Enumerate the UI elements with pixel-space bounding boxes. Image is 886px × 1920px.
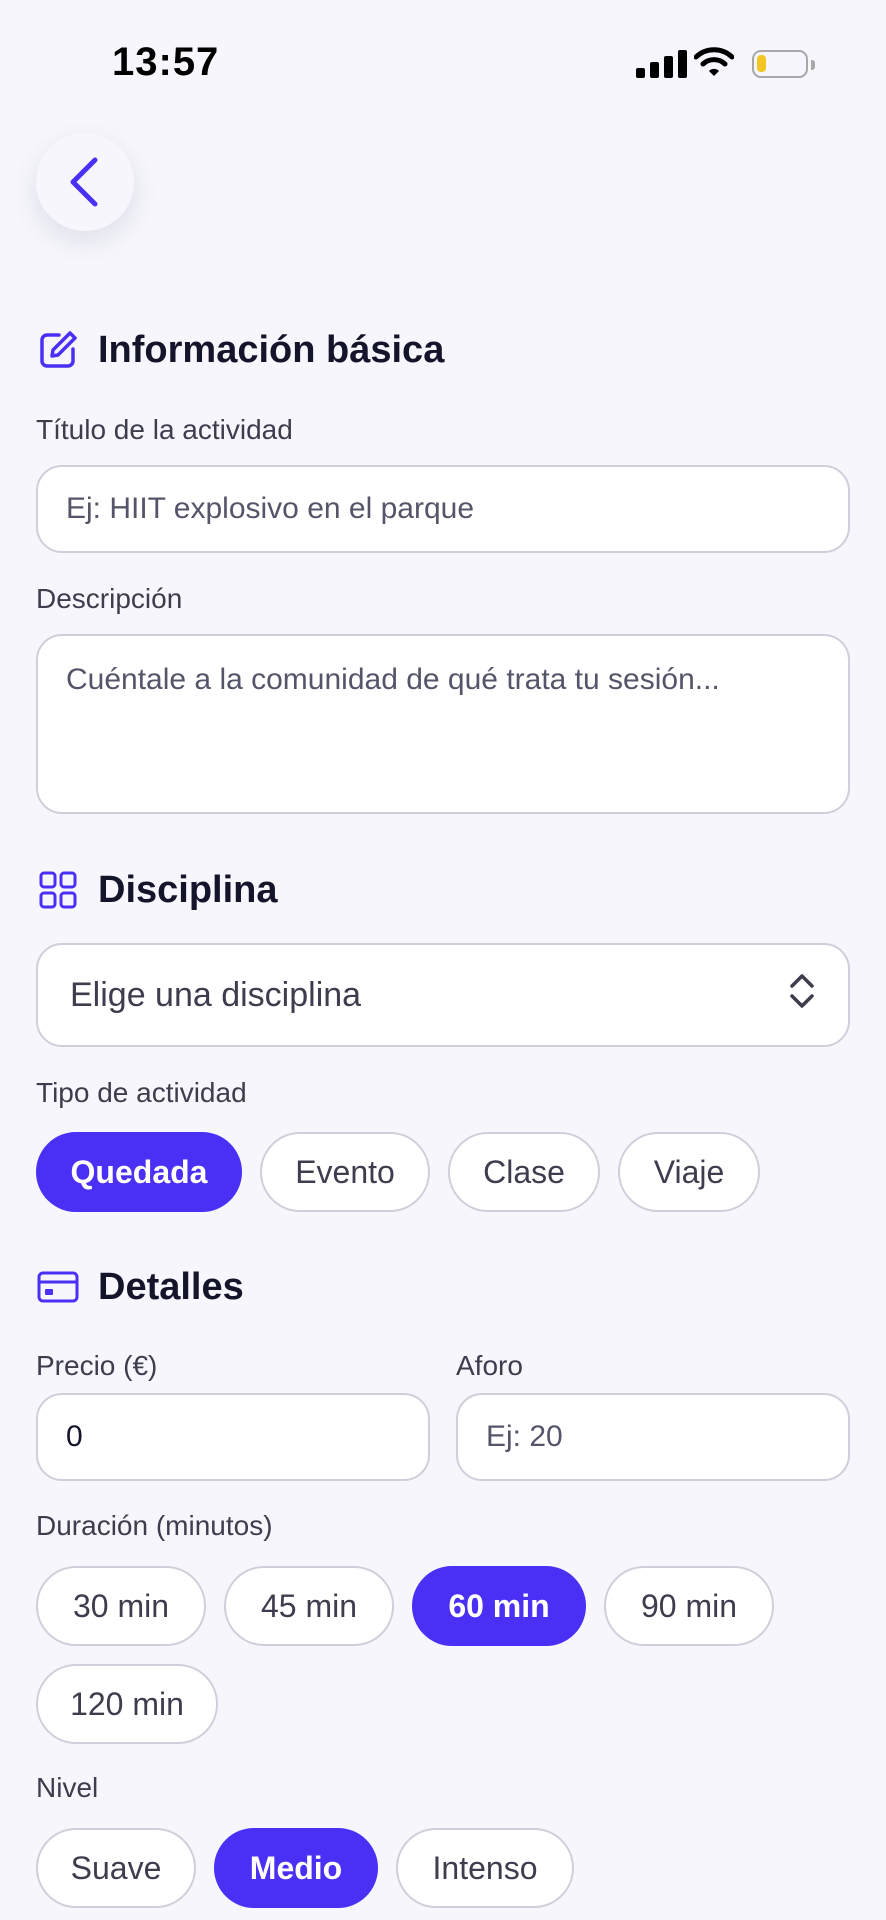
duration-label: Duración (minutos) xyxy=(36,1510,273,1541)
description-textarea[interactable] xyxy=(36,634,850,814)
edit-icon xyxy=(36,328,80,372)
title-label: Título de la actividad xyxy=(36,414,293,445)
price-input[interactable] xyxy=(36,1393,430,1481)
section-discipline: Disciplina xyxy=(36,868,278,912)
duration-chip[interactable]: 30 min xyxy=(36,1566,206,1646)
discipline-select[interactable]: Elige una disciplina xyxy=(36,943,850,1047)
activity-type-chip[interactable]: Quedada xyxy=(36,1132,242,1212)
activity-type-chips: Quedada Evento Clase Viaje xyxy=(36,1132,850,1212)
grid-icon xyxy=(36,868,80,912)
chevron-left-icon xyxy=(70,157,98,207)
duration-chip[interactable]: 60 min xyxy=(412,1566,586,1646)
activity-type-label: Tipo de actividad xyxy=(36,1077,247,1108)
level-label: Nivel xyxy=(36,1772,99,1803)
battery-icon xyxy=(752,50,815,78)
duration-chip[interactable]: 90 min xyxy=(604,1566,774,1646)
price-label: Precio (€) xyxy=(36,1350,158,1381)
cellular-signal-icon xyxy=(636,50,687,78)
level-chip[interactable]: Intenso xyxy=(396,1828,574,1908)
duration-chip[interactable]: 120 min xyxy=(36,1664,218,1744)
capacity-label: Aforo xyxy=(456,1350,523,1381)
level-chip[interactable]: Suave xyxy=(36,1828,196,1908)
description-label: Descripción xyxy=(36,583,183,614)
section-title: Detalles xyxy=(98,1265,244,1308)
section-title: Información básica xyxy=(98,328,445,371)
section-title: Disciplina xyxy=(98,868,278,911)
activity-title-input[interactable] xyxy=(36,465,850,553)
activity-type-chip[interactable]: Viaje xyxy=(618,1132,760,1212)
duration-chip[interactable]: 45 min xyxy=(224,1566,394,1646)
duration-chips: 30 min 45 min 60 min 90 min 120 min xyxy=(36,1566,850,1744)
level-chip[interactable]: Medio xyxy=(214,1828,378,1908)
section-details: Detalles xyxy=(36,1265,244,1309)
capacity-input[interactable] xyxy=(456,1393,850,1481)
card-icon xyxy=(36,1265,80,1309)
wifi-icon xyxy=(693,46,735,83)
level-chips: Suave Medio Intenso xyxy=(36,1828,850,1908)
section-basic-info: Información básica xyxy=(36,328,444,372)
back-button[interactable] xyxy=(36,133,134,231)
status-time: 13:57 xyxy=(112,40,220,84)
activity-type-chip[interactable]: Evento xyxy=(260,1132,430,1212)
activity-type-chip[interactable]: Clase xyxy=(448,1132,600,1212)
chevron-up-down-icon xyxy=(788,972,816,1018)
discipline-select-value: Elige una disciplina xyxy=(70,975,362,1014)
